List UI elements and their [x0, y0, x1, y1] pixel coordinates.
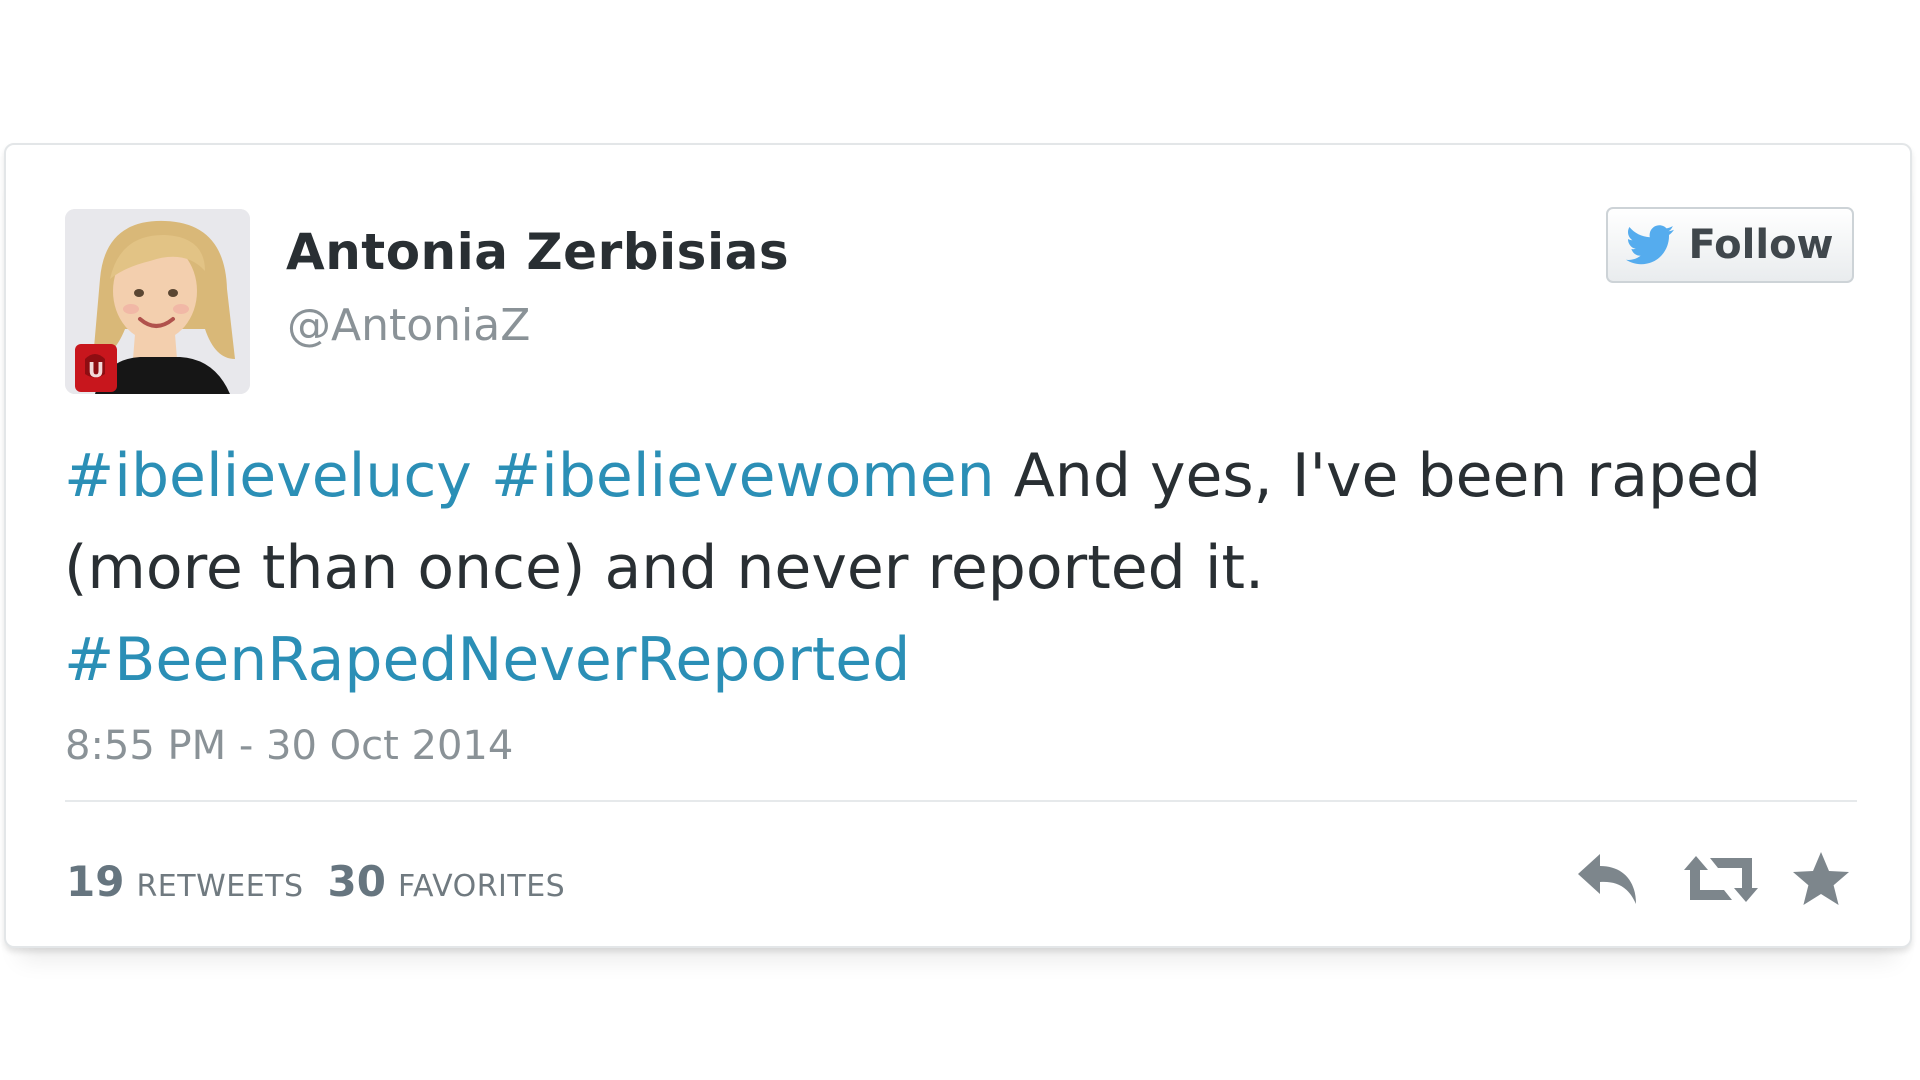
tweet-stats: 19 RETWEETS 30 FAVORITES: [66, 857, 565, 906]
tweet-card: U Antonia Zerbisias @AntoniaZ Follow #ib…: [4, 143, 1912, 948]
hashtag-ibelievelucy[interactable]: #ibelievelucy: [64, 441, 472, 511]
hashtag-ibelievewomen[interactable]: #ibelievewomen: [491, 441, 995, 511]
tweet-text: #ibelievelucy #ibelievewomen And yes, I'…: [64, 430, 1844, 706]
follow-button[interactable]: Follow: [1606, 207, 1854, 283]
favorites-count[interactable]: 30: [328, 857, 386, 906]
hashtag-beenrapedneverreported[interactable]: #BeenRapedNeverReported: [64, 625, 910, 695]
twitter-bird-icon: [1626, 225, 1675, 265]
author-handle[interactable]: @AntoniaZ: [287, 300, 530, 351]
retweets-label[interactable]: RETWEETS: [136, 869, 303, 904]
tweet-actions: [1576, 850, 1856, 914]
avatar-illustration: U: [65, 209, 250, 394]
retweets-count[interactable]: 19: [66, 857, 124, 906]
follow-button-label: Follow: [1688, 222, 1834, 268]
reply-icon[interactable]: [1576, 850, 1644, 908]
divider: [65, 800, 1857, 802]
tweet-timestamp[interactable]: 8:55 PM - 30 Oct 2014: [65, 723, 513, 769]
favorites-label[interactable]: FAVORITES: [398, 869, 565, 904]
svg-text:U: U: [88, 358, 104, 382]
avatar[interactable]: U: [65, 209, 250, 394]
retweet-icon[interactable]: [1680, 850, 1762, 908]
author-display-name[interactable]: Antonia Zerbisias: [286, 223, 789, 281]
favorite-icon[interactable]: [1791, 850, 1851, 908]
